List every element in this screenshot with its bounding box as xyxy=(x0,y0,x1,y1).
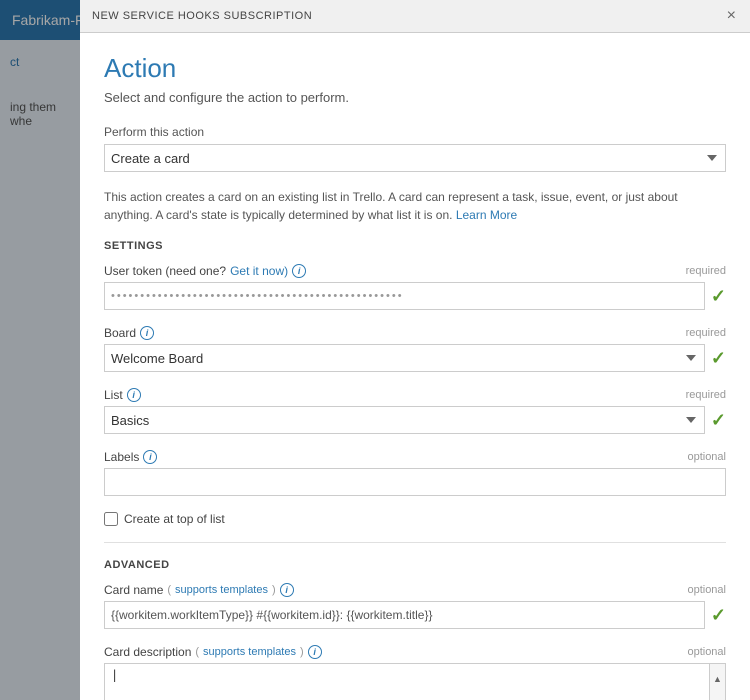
section-divider xyxy=(104,542,726,543)
labels-input[interactable] xyxy=(104,468,726,496)
labels-group: Labels i optional xyxy=(104,450,726,496)
card-name-check-icon: ✓ xyxy=(711,605,726,626)
list-check-icon: ✓ xyxy=(711,410,726,431)
card-name-value: {{workitem.workItemType}} #{{workitem.id… xyxy=(104,601,705,629)
settings-heading: SETTINGS xyxy=(104,240,726,252)
list-info-icon[interactable]: i xyxy=(127,388,141,402)
action-description: This action creates a card on an existin… xyxy=(104,188,726,224)
perform-action-label: Perform this action xyxy=(104,125,726,139)
user-token-label-text: User token (need one? xyxy=(104,264,226,278)
list-label-text: List xyxy=(104,388,123,402)
create-top-checkbox[interactable] xyxy=(104,512,118,526)
card-name-supports-templates-link[interactable]: supports templates xyxy=(175,584,268,596)
card-name-info-icon[interactable]: i xyxy=(280,583,294,597)
user-token-group: User token (need one? Get it now) i requ… xyxy=(104,264,726,310)
user-token-info-icon[interactable]: i xyxy=(292,264,306,278)
list-group: List i required Basics ✓ xyxy=(104,388,726,434)
board-group: Board i required Welcome Board ✓ xyxy=(104,326,726,372)
card-desc-label-text: Card description xyxy=(104,645,191,659)
modal-overlay: NEW SERVICE HOOKS SUBSCRIPTION × Action … xyxy=(0,0,750,700)
list-required: required xyxy=(686,389,726,401)
card-name-optional: optional xyxy=(687,584,726,596)
close-button[interactable]: × xyxy=(725,8,738,24)
user-token-input[interactable] xyxy=(104,282,705,310)
card-name-label-row: Card name ( supports templates ) i xyxy=(104,583,294,597)
list-input-row: Basics ✓ xyxy=(104,406,726,434)
board-info-icon[interactable]: i xyxy=(140,326,154,340)
advanced-heading: ADVANCED xyxy=(104,559,726,571)
get-it-now-link[interactable]: Get it now) xyxy=(230,264,288,278)
scrollbar-arrows: ▲ ▼ xyxy=(709,664,725,700)
board-required: required xyxy=(686,327,726,339)
modal-title-bar: NEW SERVICE HOOKS SUBSCRIPTION × xyxy=(80,0,750,33)
card-desc-info-icon[interactable]: i xyxy=(308,645,322,659)
user-token-check-icon: ✓ xyxy=(711,286,726,307)
board-input-row: Welcome Board ✓ xyxy=(104,344,726,372)
labels-optional: optional xyxy=(687,451,726,463)
labels-label-text: Labels xyxy=(104,450,139,464)
user-token-required: required xyxy=(686,265,726,277)
scroll-up-arrow[interactable]: ▲ xyxy=(710,664,725,693)
board-select[interactable]: Welcome Board xyxy=(104,344,705,372)
subtitle-text: Select and configure the action to perfo… xyxy=(104,90,726,105)
create-top-label: Create at top of list xyxy=(124,512,225,526)
card-desc-label-row: Card description ( supports templates ) … xyxy=(104,645,322,659)
labels-label-row: Labels i xyxy=(104,450,157,464)
page-title: Action xyxy=(104,53,726,84)
action-select[interactable]: Create a card xyxy=(104,144,726,172)
modal-title: NEW SERVICE HOOKS SUBSCRIPTION xyxy=(92,10,312,22)
scroll-down-arrow[interactable]: ▼ xyxy=(710,693,725,700)
perform-action-group: Perform this action Create a card xyxy=(104,125,726,172)
create-top-group: Create at top of list xyxy=(104,512,726,526)
user-token-input-row: ✓ xyxy=(104,282,726,310)
labels-info-icon[interactable]: i xyxy=(143,450,157,464)
card-desc-textarea-container: | ▲ ▼ xyxy=(104,663,726,700)
board-label-row: Board i xyxy=(104,326,154,340)
card-description-group: Card description ( supports templates ) … xyxy=(104,645,726,700)
card-name-label-text: Card name xyxy=(104,583,163,597)
user-token-label-row: User token (need one? Get it now) i xyxy=(104,264,306,278)
card-desc-optional: optional xyxy=(687,646,726,658)
modal-dialog: NEW SERVICE HOOKS SUBSCRIPTION × Action … xyxy=(80,0,750,700)
learn-more-link[interactable]: Learn More xyxy=(456,208,517,222)
card-desc-supports-templates-link[interactable]: supports templates xyxy=(203,646,296,658)
card-name-input-row: {{workitem.workItemType}} #{{workitem.id… xyxy=(104,601,726,629)
list-label-row: List i xyxy=(104,388,141,402)
board-label-text: Board xyxy=(104,326,136,340)
card-description-textarea[interactable]: | xyxy=(105,664,709,700)
list-select[interactable]: Basics xyxy=(104,406,705,434)
board-check-icon: ✓ xyxy=(711,348,726,369)
modal-body: Action Select and configure the action t… xyxy=(80,33,750,700)
card-name-group: Card name ( supports templates ) i optio… xyxy=(104,583,726,629)
